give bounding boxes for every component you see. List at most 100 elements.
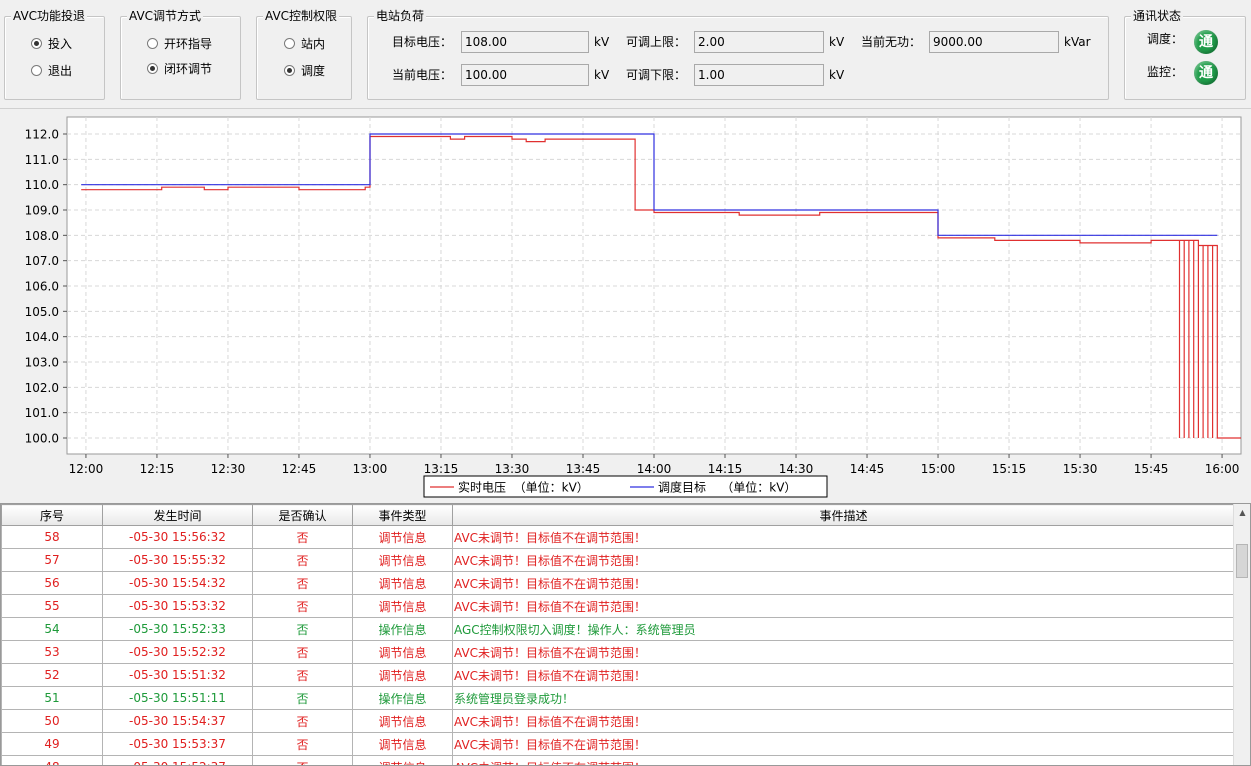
table-row[interactable]: 51 -05-30 15:51:11 否操作信息 系统管理员登录成功！ (1, 686, 1235, 710)
cell-desc: AVC未调节！目标值不在调节范围！ (452, 732, 1235, 756)
radio-station-dot[interactable] (284, 37, 295, 49)
scroll-up-icon[interactable]: ▲ (1234, 504, 1250, 521)
cell-type: 操作信息 (352, 686, 453, 710)
x-tick-label: 12:15 (140, 462, 175, 476)
cell-confirmed: 否 (252, 640, 353, 664)
avc-mode-group: AVC调节方式 开环指导 闭环调节 (120, 9, 241, 100)
avc-function-group: AVC功能投退 投入 退出 (4, 9, 105, 100)
table-row[interactable]: 57 -05-30 15:55:32 否调节信息 AVC未调节！目标值不在调节范围！ (1, 548, 1235, 572)
table-row[interactable]: 54 -05-30 15:52:33 否操作信息 AGC控制权限切入调度！操作人：系统… (1, 617, 1235, 641)
radio-station[interactable]: 站内 (284, 35, 325, 51)
cell-confirmed: 否 (252, 617, 353, 641)
x-tick-label: 12:00 (69, 462, 104, 476)
table-row[interactable]: 52 -05-30 15:51:32 否调节信息 AVC未调节！目标值不在调节范围！ (1, 663, 1235, 687)
upper-limit-field[interactable]: 2.00 (694, 31, 824, 53)
x-tick-label: 12:45 (282, 462, 317, 476)
table-row[interactable]: 55 -05-30 15:53:32 否调节信息 AVC未调节！目标值不在调节范围！ (1, 594, 1235, 618)
current-voltage-field[interactable]: 100.00 (461, 64, 589, 86)
cell-id: 49 (1, 732, 103, 756)
legend-label-target: 调度目标 （单位：kV） (658, 480, 796, 495)
table-row[interactable]: 48-05-30 15:52:37否调节信息AVC未调节！目标值不在调节范围！ (1, 755, 1235, 765)
y-tick-label: 103.0 (25, 356, 59, 370)
event-table-header: 序号 发生时间 是否确认 事件类型 事件描述 (1, 504, 1235, 526)
col-header-desc[interactable]: 事件描述 (452, 504, 1235, 526)
y-tick-label: 109.0 (25, 204, 59, 218)
radio-open-loop-dot[interactable] (147, 37, 158, 49)
radio-avc-on[interactable]: 投入 (31, 35, 72, 51)
avc-authority-title: AVC控制权限 (263, 9, 340, 24)
table-row[interactable]: 53 -05-30 15:52:32 否调节信息 AVC未调节！目标值不在调节范围！ (1, 640, 1235, 664)
cell-confirmed: 否 (252, 594, 353, 618)
cell-confirmed: 否 (252, 525, 353, 549)
reactive-power-field[interactable]: 9000.00 (929, 31, 1059, 53)
comm-status-group: 通讯状态 调度： 通 监控： 通 (1124, 9, 1246, 100)
cell-desc: 系统管理员登录成功！ (452, 686, 1235, 710)
cell-type: 调节信息 (352, 594, 453, 618)
current-voltage-label: 当前电压： (392, 68, 453, 82)
scroll-thumb[interactable] (1236, 544, 1248, 578)
radio-avc-on-dot[interactable] (31, 37, 42, 49)
cell-desc: AVC未调节！目标值不在调节范围！ (452, 755, 1235, 765)
x-tick-label: 16:00 (1205, 462, 1240, 476)
radio-avc-on-label: 投入 (48, 36, 73, 51)
cell-confirmed: 否 (252, 548, 353, 572)
x-tick-label: 12:30 (211, 462, 246, 476)
lower-limit-field[interactable]: 1.00 (694, 64, 824, 86)
radio-avc-off[interactable]: 退出 (31, 62, 72, 78)
y-axis-ticks: 100.0 101.0 102.0 103.0 104.0 105.0 106.0 107.0… (25, 128, 67, 446)
voltage-chart-panel: 100.0 101.0 102.0 103.0 104.0 105.0 106.0 107.0… (0, 108, 1251, 503)
x-tick-label: 15:45 (1134, 462, 1169, 476)
radio-avc-off-dot[interactable] (31, 64, 42, 76)
col-header-id[interactable]: 序号 (1, 504, 103, 526)
cell-desc: AVC未调节！目标值不在调节范围！ (452, 709, 1235, 733)
cell-time: -05-30 15:52:37 (102, 755, 253, 765)
radio-open-loop-label: 开环指导 (164, 36, 213, 51)
cell-time: -05-30 15:56:32 (102, 525, 253, 549)
cell-time: -05-30 15:51:32 (102, 663, 253, 687)
y-tick-label: 108.0 (25, 229, 59, 243)
cell-time: -05-30 15:54:37 (102, 709, 253, 733)
cell-id: 57 (1, 548, 103, 572)
reactive-power-label: 当前无功： (861, 35, 922, 49)
cell-desc: AVC未调节！目标值不在调节范围！ (452, 571, 1235, 595)
table-row[interactable]: 49 -05-30 15:53:37 否调节信息 AVC未调节！目标值不在调节范围！ (1, 732, 1235, 756)
reactive-power-unit: kVar (1064, 35, 1091, 49)
table-row[interactable]: 58 -05-30 15:56:32 否调节信息 AVC未调节！目标值不在调节范围！ (1, 525, 1235, 549)
cell-id: 56 (1, 571, 103, 595)
x-tick-label: 13:00 (353, 462, 388, 476)
y-tick-label: 112.0 (25, 128, 59, 142)
cell-confirmed: 否 (252, 663, 353, 687)
radio-dispatch-dot[interactable] (284, 64, 295, 76)
chart-legend: 实时电压 （单位：kV） 调度目标 （单位：kV） (423, 475, 828, 498)
legend-label-realtime: 实时电压 （单位：kV） (458, 480, 589, 495)
cell-type: 调节信息 (352, 709, 453, 733)
col-header-time[interactable]: 发生时间 (102, 504, 253, 526)
table-row[interactable]: 50 -05-30 15:54:37 否调节信息 AVC未调节！目标值不在调节范围！ (1, 709, 1235, 733)
y-tick-label: 105.0 (25, 305, 59, 319)
cell-time: -05-30 15:52:32 (102, 640, 253, 664)
y-tick-label: 110.0 (25, 178, 59, 192)
upper-limit-label: 可调上限： (626, 35, 687, 49)
voltage-chart: 100.0 101.0 102.0 103.0 104.0 105.0 106.0 107.0… (25, 116, 1242, 498)
table-row[interactable]: 56 -05-30 15:54:32 否调节信息 AVC未调节！目标值不在调节范围！ (1, 571, 1235, 595)
radio-closed-loop-dot[interactable] (147, 62, 158, 74)
cell-type: 调节信息 (352, 548, 453, 572)
cell-desc: AGC控制权限切入调度！操作人：系统管理员 (452, 617, 1235, 641)
target-voltage-label: 目标电压： (392, 35, 453, 49)
radio-open-loop[interactable]: 开环指导 (147, 35, 212, 51)
lower-limit-label: 可调下限： (626, 68, 687, 82)
y-tick-label: 106.0 (25, 280, 59, 294)
x-tick-label: 14:15 (708, 462, 743, 476)
col-header-type[interactable]: 事件类型 (352, 504, 453, 526)
avc-authority-group: AVC控制权限 站内 调度 (256, 9, 352, 100)
col-header-confirmed[interactable]: 是否确认 (252, 504, 353, 526)
x-tick-label: 13:15 (424, 462, 459, 476)
cell-type: 调节信息 (352, 571, 453, 595)
cell-id: 50 (1, 709, 103, 733)
y-tick-label: 111.0 (25, 153, 59, 167)
cell-id: 48 (1, 755, 103, 765)
radio-closed-loop[interactable]: 闭环调节 (147, 60, 212, 76)
radio-dispatch[interactable]: 调度 (284, 62, 325, 78)
target-voltage-field[interactable]: 108.00 (461, 31, 589, 53)
table-vertical-scrollbar[interactable]: ▲ (1233, 504, 1250, 765)
